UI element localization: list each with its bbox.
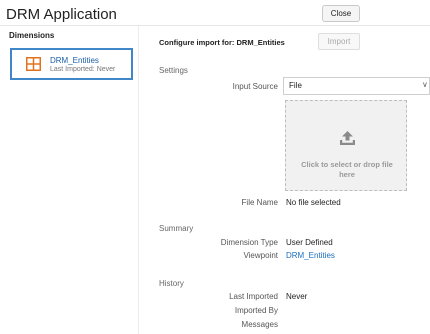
header-divider [0, 25, 430, 26]
dimension-type-value: User Defined [286, 238, 333, 247]
last-imported-label: Last Imported [229, 292, 278, 301]
import-button[interactable]: Import [318, 33, 360, 50]
messages-label: Messages [241, 320, 278, 329]
configure-title: Configure import for: DRM_Entities [159, 38, 285, 47]
file-name-label: File Name [241, 198, 278, 207]
dimensions-heading: Dimensions [9, 31, 55, 40]
viewpoint-label: Viewpoint [243, 251, 278, 260]
close-button[interactable]: Close [322, 5, 360, 22]
input-source-select[interactable]: File ∨ [283, 77, 430, 95]
dimension-item-drm-entities[interactable]: DRM_Entities Last Imported: Never [10, 48, 133, 80]
file-name-value: No file selected [286, 198, 341, 207]
history-heading: History [159, 279, 184, 288]
viewpoint-link[interactable]: DRM_Entities [286, 251, 335, 260]
dropzone-text: Click to select or drop file here [301, 160, 393, 179]
app-title: DRM Application [6, 6, 117, 23]
upload-icon [340, 131, 355, 145]
grid-icon [26, 57, 41, 71]
last-imported-value: Never [286, 292, 308, 301]
chevron-down-icon: ∨ [422, 80, 428, 89]
dimension-type-label: Dimension Type [220, 238, 278, 247]
file-dropzone[interactable]: Click to select or drop file here [285, 100, 407, 191]
imported-by-label: Imported By [234, 306, 278, 315]
sidebar-divider [138, 26, 139, 334]
summary-heading: Summary [159, 224, 194, 233]
input-source-label: Input Source [232, 82, 278, 91]
dimension-name: DRM_Entities [50, 56, 99, 65]
dimension-last-imported: Last Imported: Never [50, 66, 116, 73]
settings-heading: Settings [159, 66, 188, 75]
input-source-value: File [289, 81, 302, 90]
